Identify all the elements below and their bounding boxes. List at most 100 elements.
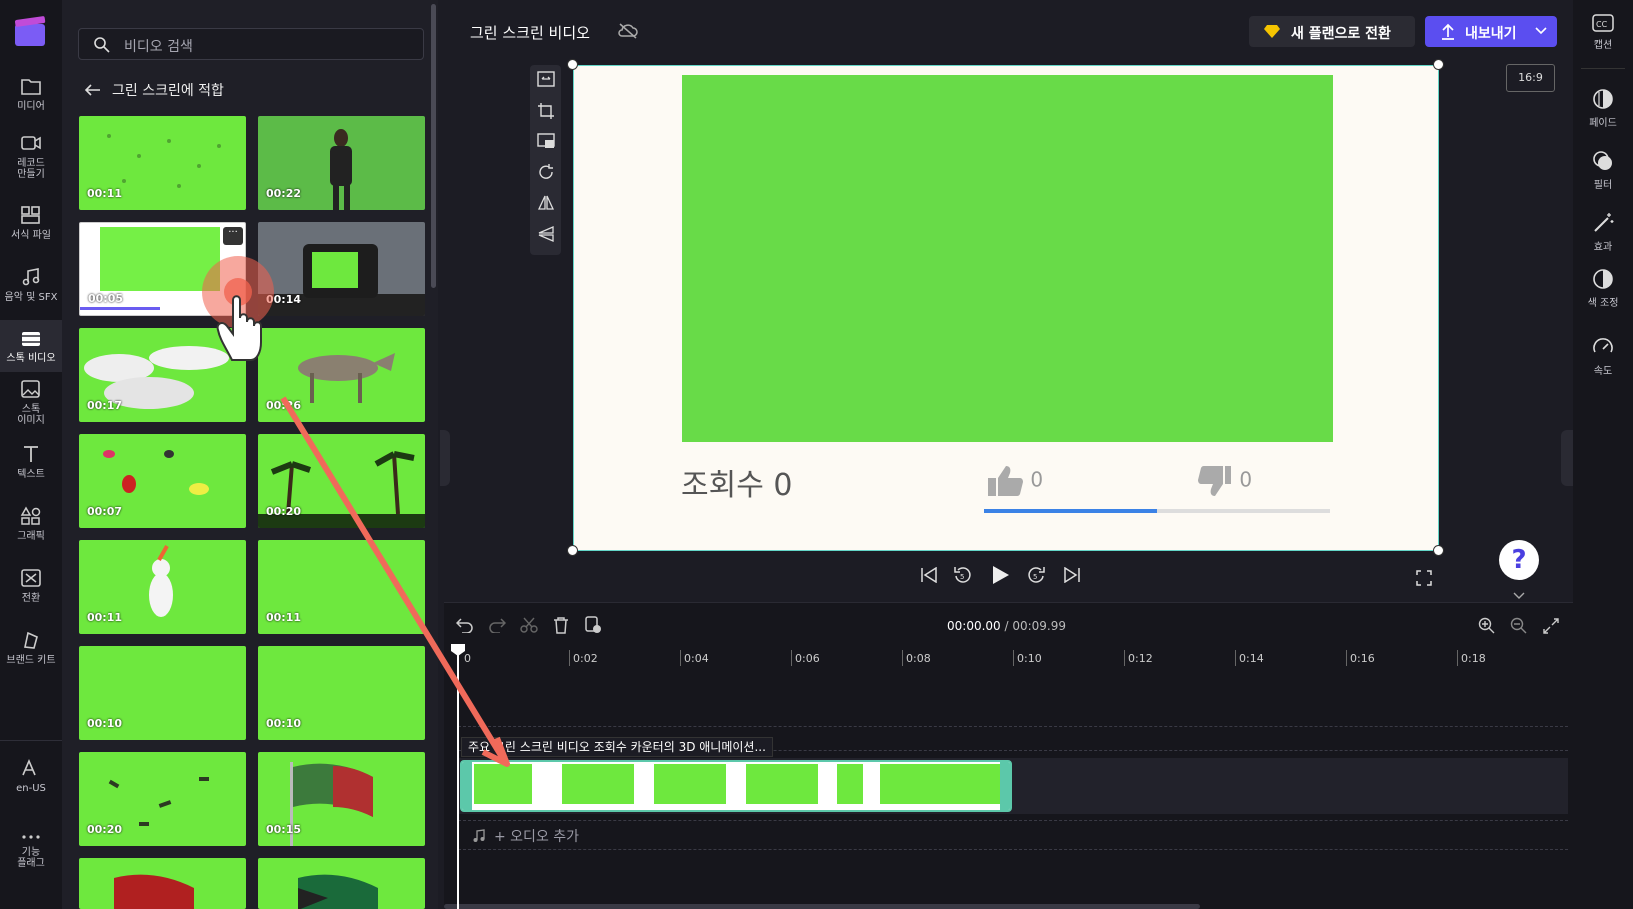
forward-5-icon[interactable]: 5 [1026, 565, 1046, 585]
fit-icon[interactable] [537, 71, 555, 87]
thumbs-up-icon [988, 466, 1023, 496]
nav-brand-kit[interactable]: 브랜드 키트 [0, 630, 62, 666]
effects-tool[interactable]: 효과 [1573, 212, 1633, 253]
clip-frame [474, 764, 532, 804]
play-icon[interactable] [990, 565, 1010, 585]
fade-tool[interactable]: 페이드 [1573, 88, 1633, 129]
playhead-handle[interactable] [450, 643, 466, 657]
clip-trim-handle-left[interactable] [462, 762, 472, 810]
like-counter: 0 [986, 464, 1043, 498]
resize-handle[interactable] [567, 59, 578, 70]
video-thumbnail[interactable]: 00:11 [79, 116, 246, 210]
tick-line [1346, 650, 1347, 666]
audio-track[interactable] [458, 820, 1568, 850]
playhead[interactable] [457, 645, 459, 909]
video-thumbnail[interactable]: 00:17 [79, 328, 246, 422]
clip-trim-handle-right[interactable] [1000, 762, 1010, 810]
undo-icon[interactable] [456, 617, 474, 633]
more-options-icon[interactable]: ··· [223, 227, 243, 245]
video-thumbnail[interactable]: 00:14 [258, 222, 425, 316]
video-thumbnail[interactable]: 00:10 [79, 646, 246, 740]
tick-line [1457, 650, 1458, 666]
speed-tool[interactable]: 속도 [1573, 336, 1633, 377]
chevron-down-icon[interactable] [1513, 592, 1525, 600]
nav-label: 텍스트 [17, 469, 45, 480]
flip-horizontal-icon[interactable] [537, 194, 555, 212]
video-thumbnail[interactable]: 00:26 [258, 328, 425, 422]
video-thumbnail[interactable]: 00:11 [79, 540, 246, 634]
panel-scrollbar[interactable] [431, 4, 436, 288]
resize-handle[interactable] [1433, 59, 1444, 70]
video-thumbnail-selected[interactable]: ··· 00:05 [79, 222, 246, 316]
timeline-scrollbar[interactable] [444, 904, 1200, 909]
nav-label: 그래픽 [17, 531, 45, 542]
nav-music[interactable]: 음악 및 SFX [0, 267, 62, 303]
video-thumbnail[interactable]: 00:20 [79, 752, 246, 846]
export-button[interactable]: 내보내기 [1425, 16, 1557, 47]
nav-label: 전환 [21, 593, 41, 604]
duplicate-icon[interactable] [584, 616, 602, 634]
nav-feature-flags[interactable]: 기능 플래그 [0, 832, 62, 869]
help-button[interactable]: ? [1499, 540, 1539, 580]
nav-stock-images[interactable]: 스톡 이미지 [0, 379, 62, 426]
nav-transitions[interactable]: 전환 [0, 568, 62, 604]
rewind-5-icon[interactable]: 5 [953, 565, 973, 585]
nav-graphics[interactable]: 그래픽 [0, 506, 62, 542]
upgrade-button[interactable]: 새 플랜으로 전환 [1249, 16, 1415, 47]
add-audio-label: + 오디오 추가 [494, 829, 580, 845]
project-title[interactable]: 그린 스크린 비디오 [470, 22, 590, 43]
video-thumbnail[interactable]: 00:20 [258, 434, 425, 528]
fit-timeline-icon[interactable] [1542, 617, 1560, 635]
text-icon [24, 446, 38, 462]
collapse-panel-handle[interactable] [440, 430, 450, 486]
skip-forward-icon[interactable] [1063, 567, 1081, 583]
scissors-icon[interactable] [520, 617, 538, 633]
nav-language[interactable]: en-US [0, 758, 62, 794]
skip-back-icon[interactable] [920, 567, 938, 583]
drop-guide [458, 726, 1568, 727]
video-thumbnail[interactable]: 00:10 [258, 646, 425, 740]
filter-tool[interactable]: 필터 [1573, 150, 1633, 191]
nav-text[interactable]: 텍스트 [0, 444, 62, 480]
collapse-right-handle[interactable] [1561, 430, 1573, 486]
template-icon [21, 206, 40, 224]
zoom-out-icon[interactable] [1510, 617, 1528, 635]
color-adjust-tool[interactable]: 색 조정 [1573, 268, 1633, 309]
video-preview-canvas[interactable]: 조회수 0 0 0 [573, 65, 1439, 551]
crop-icon[interactable] [537, 102, 555, 120]
rotate-icon[interactable] [537, 163, 555, 181]
resize-handle[interactable] [1433, 545, 1444, 556]
tool-label: 색 조정 [1587, 298, 1619, 309]
video-thumbnail[interactable]: 00:07 [79, 434, 246, 528]
brand-icon [24, 631, 38, 649]
nav-media[interactable]: 미디어 [0, 76, 62, 112]
pip-icon[interactable] [537, 133, 555, 149]
flip-vertical-icon[interactable] [537, 225, 555, 243]
redo-icon[interactable] [488, 617, 506, 633]
app-logo[interactable] [14, 16, 47, 52]
upload-icon [1442, 23, 1454, 40]
video-thumbnail[interactable] [258, 858, 425, 909]
transition-icon [21, 569, 41, 587]
video-thumbnail[interactable]: 00:11 [258, 540, 425, 634]
video-clip[interactable] [460, 760, 1012, 812]
zoom-in-icon[interactable] [1478, 617, 1496, 635]
video-duration: 00:10 [266, 717, 302, 730]
fullscreen-icon[interactable] [1416, 570, 1432, 586]
video-thumbnail[interactable]: 00:15 [258, 752, 425, 846]
captions-tool[interactable]: CC 캡션 [1573, 14, 1633, 51]
aspect-ratio-button[interactable]: 16:9 [1506, 64, 1555, 92]
trash-icon[interactable] [552, 616, 570, 634]
video-thumbnail[interactable] [79, 858, 246, 909]
nav-label: 기능 플래그 [17, 847, 45, 869]
nav-stock-video[interactable]: 스톡 비디오 [0, 320, 62, 372]
nav-record[interactable]: 레코드 만들기 [0, 133, 62, 180]
add-audio-button[interactable]: + 오디오 추가 [472, 826, 579, 846]
resize-handle[interactable] [567, 545, 578, 556]
nav-templates[interactable]: 서식 파일 [0, 205, 62, 241]
tick-line [902, 650, 903, 666]
search-input[interactable]: 비디오 검색 [78, 28, 424, 60]
nav-label: 미디어 [17, 101, 45, 112]
back-button[interactable]: 그린 스크린에 적합 [84, 80, 224, 100]
video-thumbnail[interactable]: 00:22 [258, 116, 425, 210]
